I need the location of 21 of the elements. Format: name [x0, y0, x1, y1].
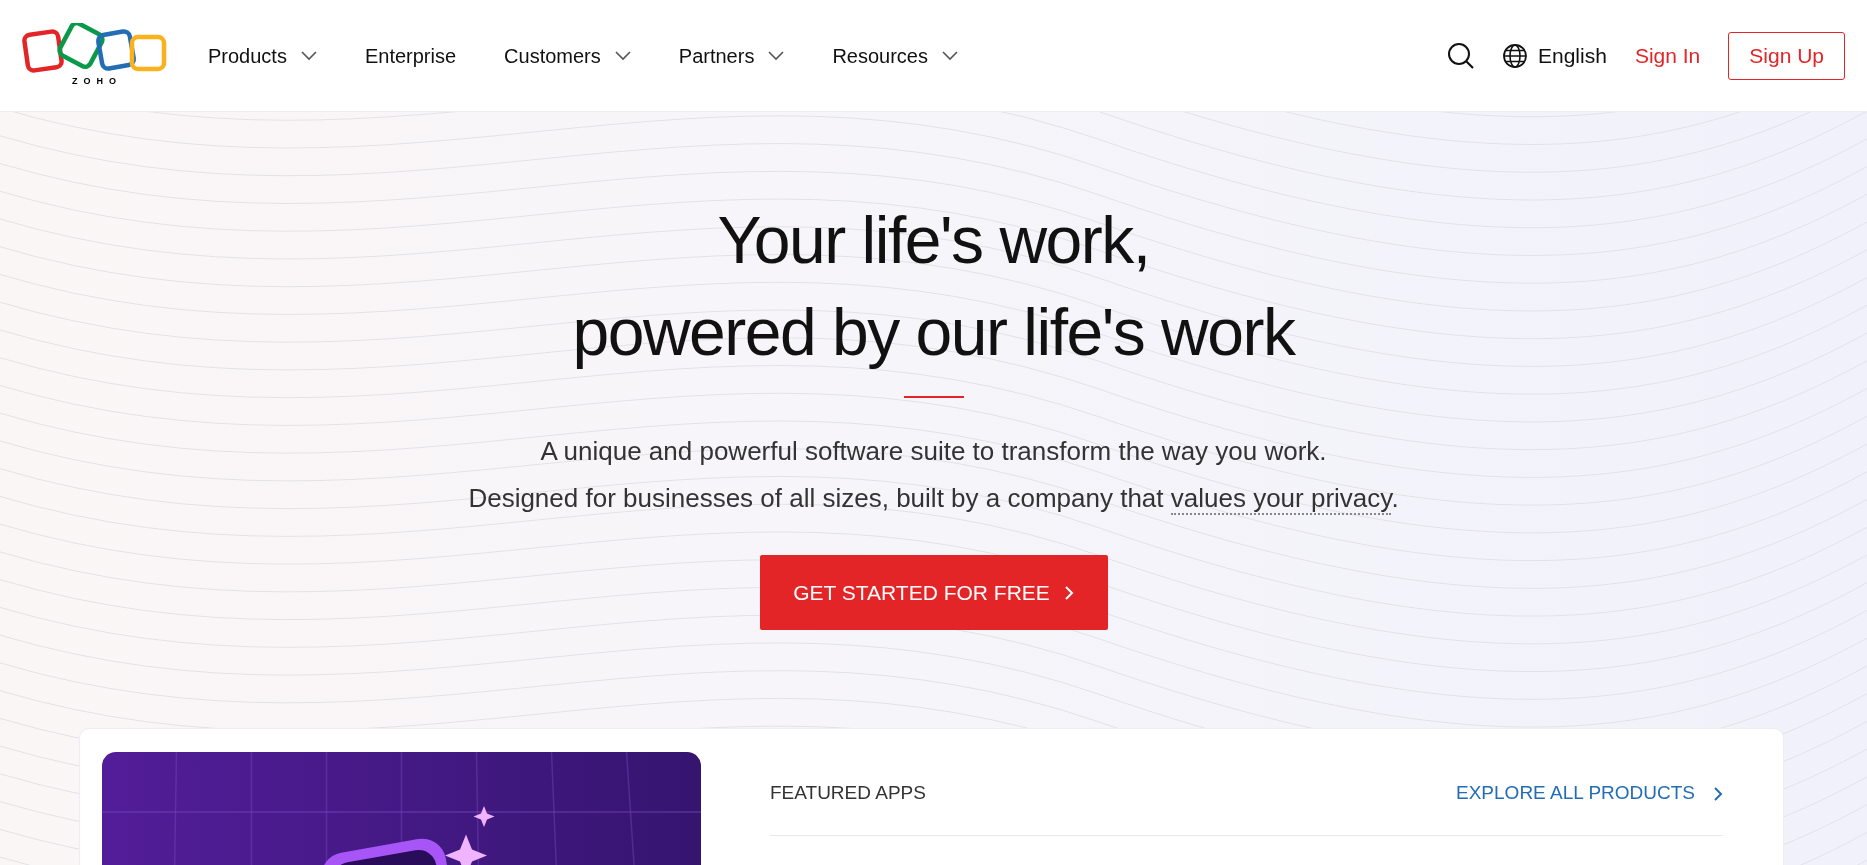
- nav-item[interactable]: Partners: [678, 40, 785, 71]
- hero-title: powered by our life's work: [572, 294, 1295, 371]
- zoho-logo[interactable]: ZOHO: [22, 22, 172, 89]
- hero-title: Your life's work,: [717, 202, 1150, 279]
- search-icon[interactable]: [1446, 40, 1476, 71]
- globe-icon: [1502, 42, 1528, 69]
- chevron-right-icon: [1713, 785, 1723, 802]
- nav-item[interactable]: Customers: [504, 40, 631, 71]
- hero-subtitle: A unique and powerful software suite to transform the way you work. Designed for businesses of all sizes, built by a company that values your privacy.: [468, 435, 1399, 517]
- chevron-right-icon: [1063, 584, 1074, 601]
- logo-text: ZOHO: [72, 74, 122, 88]
- featured-heading: FEATURED APPS: [770, 781, 926, 806]
- nav-item[interactable]: Enterprise: [364, 40, 457, 71]
- get-started-button[interactable]: GET STARTED FOR FREE: [759, 555, 1108, 630]
- sign-in-link[interactable]: Sign In: [1634, 39, 1701, 72]
- language-selector[interactable]: English: [1502, 39, 1607, 72]
- nav-item[interactable]: Resources: [832, 40, 958, 71]
- privacy-link[interactable]: values your privacy: [1170, 483, 1392, 515]
- explore-link[interactable]: EXPLORE ALL PRODUCTS: [1456, 779, 1723, 808]
- nav-item[interactable]: Products: [208, 40, 317, 71]
- sign-up-button[interactable]: Sign Up: [1728, 31, 1845, 80]
